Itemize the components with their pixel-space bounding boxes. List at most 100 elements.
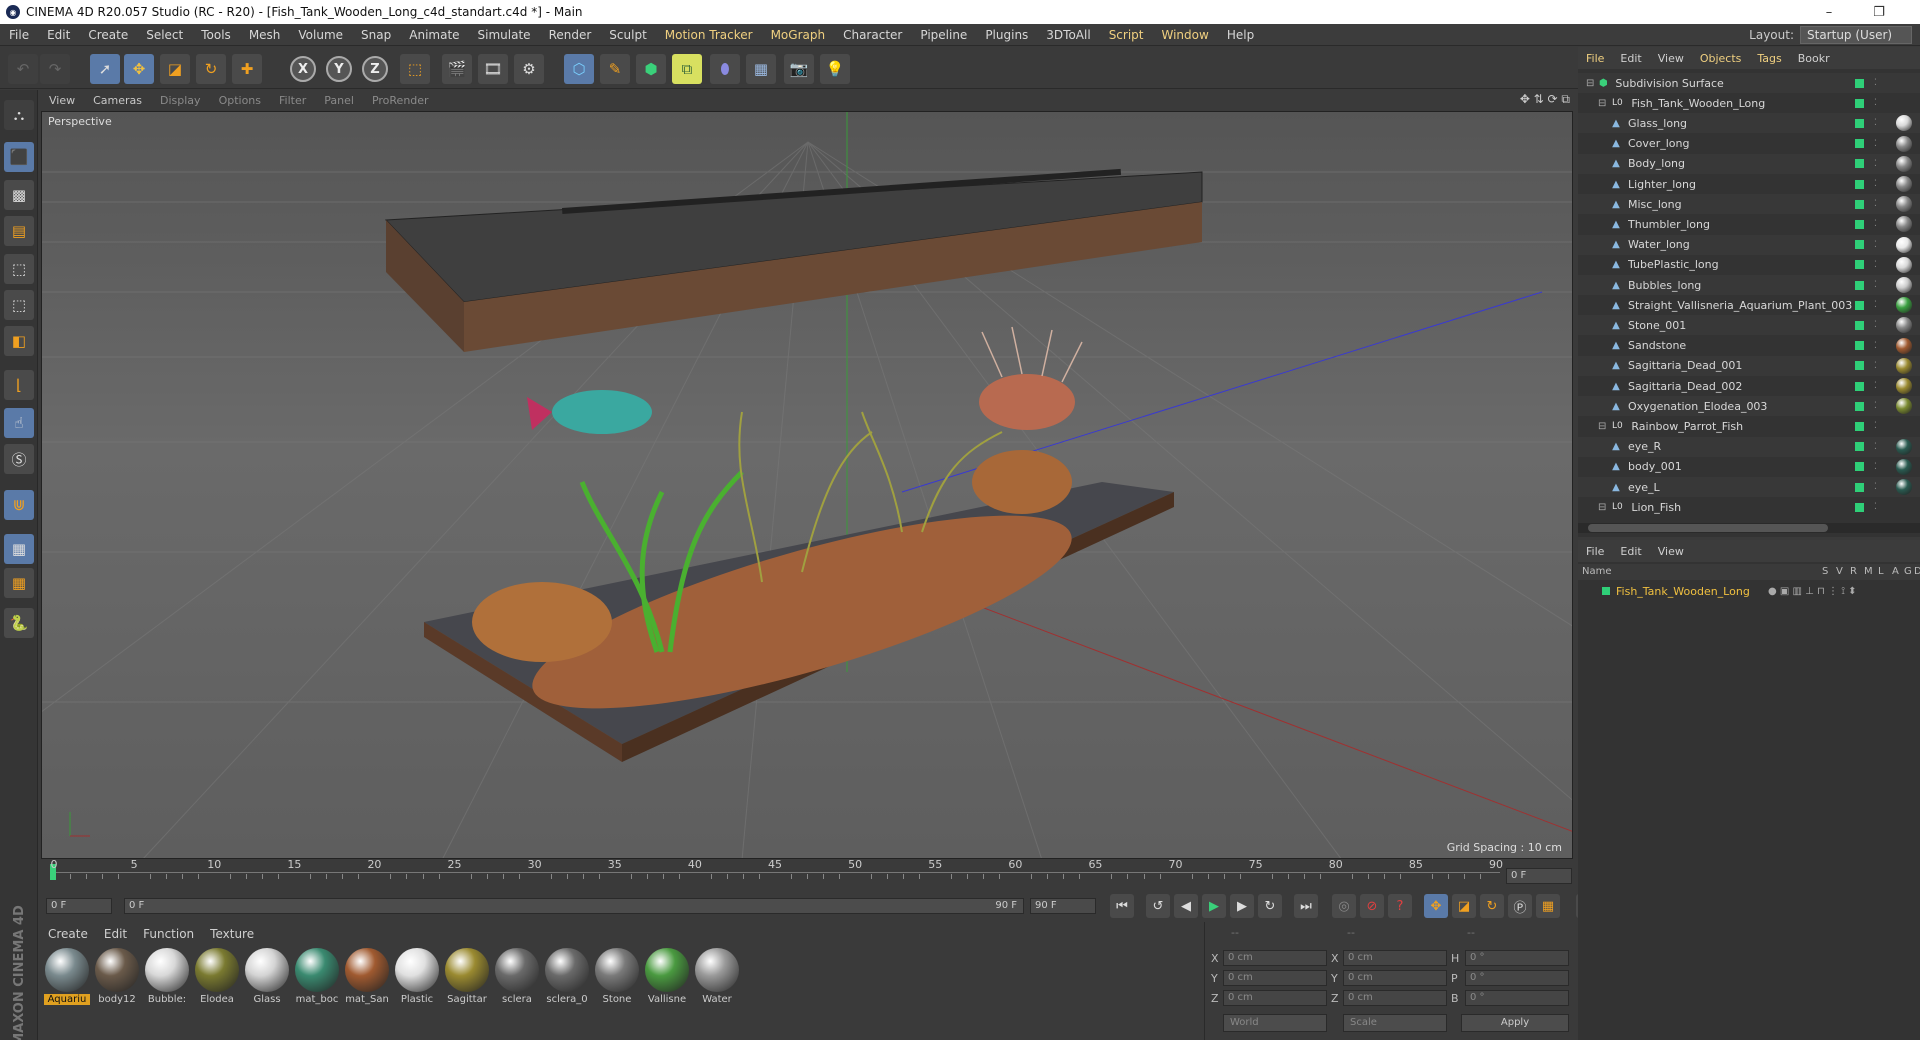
layer-row[interactable]: Fish_Tank_Wooden_Long ● ▣ ▥ ⊥ ⊓ ⋮ ⟟ ⬍ xyxy=(1578,582,1920,600)
menu-plugins[interactable]: Plugins xyxy=(976,28,1037,42)
rotate-icon[interactable]: ↻ xyxy=(196,54,226,84)
render-visibility-dots-icon[interactable]: ⁚ xyxy=(1874,78,1877,88)
position-y-field[interactable]: 0 cm xyxy=(1223,970,1327,986)
material-tag-icon[interactable] xyxy=(1896,155,1912,172)
redo-icon[interactable]: ↷ xyxy=(40,54,70,84)
vp-menu-prorender[interactable]: ProRender xyxy=(363,94,438,107)
cube-icon[interactable]: ⬡ xyxy=(564,54,594,84)
previous-frame-icon[interactable]: ◀ xyxy=(1174,894,1198,918)
key-scale-icon[interactable]: ◪ xyxy=(1452,894,1476,918)
menu-snap[interactable]: Snap xyxy=(352,28,400,42)
render-visibility-dots-icon[interactable]: ⁚ xyxy=(1874,361,1877,371)
coordinate-system-icon[interactable]: ⬚ xyxy=(400,54,430,84)
scale-icon[interactable]: ◪ xyxy=(160,54,190,84)
visibility-toggle[interactable] xyxy=(1855,260,1864,270)
rotation-p-field[interactable]: 0 ° xyxy=(1465,970,1569,986)
axis-mode-icon[interactable]: ⌊ xyxy=(4,370,34,400)
object-row[interactable]: ▲ Sagittaria_Dead_002 ⁚ xyxy=(1578,376,1920,396)
menu-mesh[interactable]: Mesh xyxy=(240,28,290,42)
material-tag-icon[interactable] xyxy=(1896,196,1912,213)
material-swatch[interactable]: Plastic xyxy=(394,948,440,1005)
obj-menu-view[interactable]: View xyxy=(1650,52,1692,65)
menu-pipeline[interactable]: Pipeline xyxy=(911,28,976,42)
size-z-field[interactable]: 0 cm xyxy=(1343,990,1447,1006)
current-frame-field[interactable]: 0 F xyxy=(1506,868,1572,884)
x-axis-lock-icon[interactable]: X xyxy=(290,56,316,82)
object-row[interactable]: ▲ Straight_Vallisneria_Aquarium_Plant_003… xyxy=(1578,295,1920,315)
start-frame-field[interactable]: 0 F xyxy=(46,898,112,914)
menu-character[interactable]: Character xyxy=(834,28,911,42)
render-view-icon[interactable]: 🎬 xyxy=(442,54,472,84)
visibility-toggle[interactable] xyxy=(1855,482,1864,492)
mat-menu-function[interactable]: Function xyxy=(135,927,202,941)
render-visibility-dots-icon[interactable]: ⁚ xyxy=(1874,381,1877,391)
mat-menu-texture[interactable]: Texture xyxy=(202,927,262,941)
render-visibility-dots-icon[interactable]: ⁚ xyxy=(1874,98,1877,108)
rotation-h-field[interactable]: 0 ° xyxy=(1465,950,1569,966)
minimize-button[interactable]: – xyxy=(1806,0,1852,24)
key-parameter-icon[interactable]: Ⓟ xyxy=(1508,894,1532,918)
material-swatch[interactable]: body12 xyxy=(94,948,140,1005)
vp-menu-panel[interactable]: Panel xyxy=(315,94,363,107)
undo-icon[interactable]: ↶ xyxy=(8,54,38,84)
next-key-icon[interactable]: ↻ xyxy=(1258,894,1282,918)
obj-menu-edit[interactable]: Edit xyxy=(1612,52,1649,65)
render-visibility-dots-icon[interactable]: ⁚ xyxy=(1874,421,1877,431)
material-tag-icon[interactable] xyxy=(1896,317,1912,334)
menu-mograph[interactable]: MoGraph xyxy=(762,28,835,42)
menu-create[interactable]: Create xyxy=(79,28,137,42)
material-swatch[interactable]: Vallisne xyxy=(644,948,690,1005)
material-tag-icon[interactable] xyxy=(1896,216,1912,233)
visibility-toggle[interactable] xyxy=(1855,78,1864,88)
perspective-viewport[interactable]: Perspective Grid Spacing : 10 cm xyxy=(41,111,1573,859)
go-to-start-icon[interactable]: ⏮ xyxy=(1110,894,1134,918)
render-visibility-dots-icon[interactable]: ⁚ xyxy=(1874,179,1877,189)
render-visibility-dots-icon[interactable]: ⁚ xyxy=(1874,118,1877,128)
visibility-toggle[interactable] xyxy=(1855,421,1864,431)
material-tag-icon[interactable] xyxy=(1896,256,1912,273)
render-visibility-dots-icon[interactable]: ⁚ xyxy=(1874,240,1877,250)
render-visibility-dots-icon[interactable]: ⁚ xyxy=(1874,442,1877,452)
size-x-field[interactable]: 0 cm xyxy=(1343,950,1447,966)
render-visibility-dots-icon[interactable]: ⁚ xyxy=(1874,482,1877,492)
visibility-toggle[interactable] xyxy=(1855,179,1864,189)
object-row[interactable]: ▲ Oxygenation_Elodea_003 ⁚ xyxy=(1578,396,1920,417)
snap-icon[interactable]: Ⓢ xyxy=(4,444,34,474)
object-row[interactable]: ▲ body_001 ⁚ xyxy=(1578,457,1920,477)
menu-select[interactable]: Select xyxy=(137,28,192,42)
object-row[interactable]: ▲ Sandstone ⁚ xyxy=(1578,336,1920,356)
object-row[interactable]: ▲ Thumbler_long ⁚ xyxy=(1578,214,1920,234)
render-visibility-dots-icon[interactable]: ⁚ xyxy=(1874,502,1877,512)
material-swatch[interactable]: sclera_0 xyxy=(544,948,590,1005)
texture-mode-icon[interactable]: ▩ xyxy=(4,180,34,210)
object-row[interactable]: ▲ Water_long ⁚ xyxy=(1578,234,1920,255)
play-icon[interactable]: ▶ xyxy=(1202,894,1226,918)
scrollbar-thumb[interactable] xyxy=(1588,524,1828,532)
visibility-toggle[interactable] xyxy=(1855,462,1864,472)
viewport-nav-icons[interactable]: ✥ ⇅ ⟳ ⧉ xyxy=(1520,92,1570,107)
frame-range-slider[interactable]: 0 F 90 F xyxy=(124,898,1024,914)
autokeying-icon[interactable]: ⊘ xyxy=(1360,894,1384,918)
object-row[interactable]: ▲ eye_L ⁚ xyxy=(1578,477,1920,497)
render-visibility-dots-icon[interactable]: ⁚ xyxy=(1874,139,1877,149)
expand-toggle-icon[interactable]: ⊟ xyxy=(1598,421,1606,432)
material-swatch[interactable]: mat_San xyxy=(344,948,390,1005)
object-row[interactable]: ⊟ L0 Lion_Fish ⁚ xyxy=(1578,497,1920,517)
camera-icon[interactable]: 📷 xyxy=(784,54,814,84)
end-frame-field[interactable]: 90 F xyxy=(1030,898,1096,914)
material-tag-icon[interactable] xyxy=(1896,236,1912,253)
edges-mode-icon[interactable]: ⬚ xyxy=(4,290,34,320)
rotation-b-field[interactable]: 0 ° xyxy=(1465,990,1569,1006)
vp-menu-display[interactable]: Display xyxy=(151,94,210,107)
obj-menu-bookmarks[interactable]: Bookr xyxy=(1790,52,1838,65)
magnet-icon[interactable]: ⋓ xyxy=(4,490,34,520)
visibility-toggle[interactable] xyxy=(1855,98,1864,108)
coordinate-space-dropdown[interactable]: World xyxy=(1223,1014,1327,1032)
material-swatch[interactable]: Aquariu xyxy=(44,948,90,1005)
menu-tools[interactable]: Tools xyxy=(192,28,240,42)
visibility-toggle[interactable] xyxy=(1855,280,1864,290)
size-y-field[interactable]: 0 cm xyxy=(1343,970,1447,986)
cloner-icon[interactable]: ⧉ xyxy=(672,54,702,84)
render-visibility-dots-icon[interactable]: ⁚ xyxy=(1874,159,1877,169)
render-visibility-dots-icon[interactable]: ⁚ xyxy=(1874,199,1877,209)
